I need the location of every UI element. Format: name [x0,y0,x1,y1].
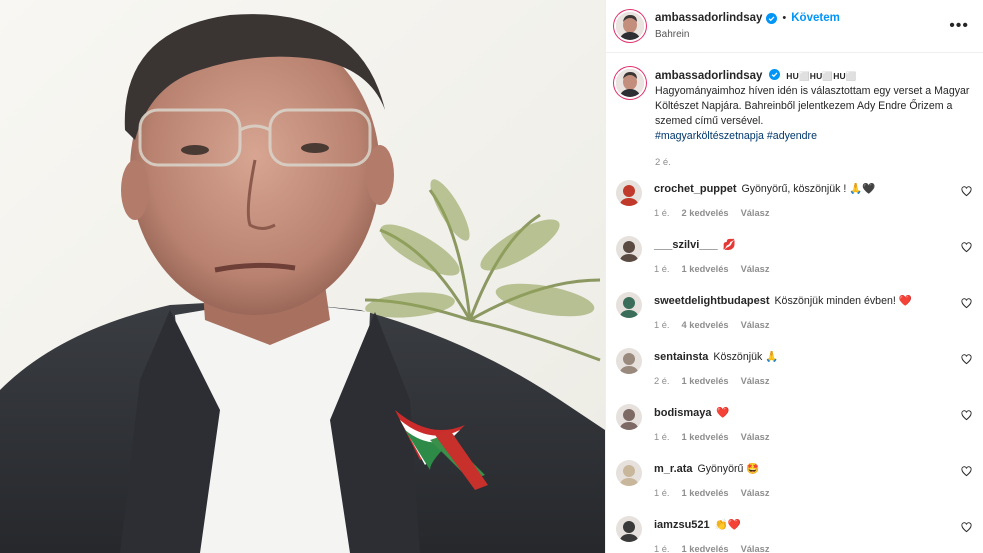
comment-timestamp[interactable]: 1 é. [654,488,670,498]
commenter-avatar-image [616,460,642,486]
comment-timestamp[interactable]: 1 é. [654,320,670,330]
caption-verified-badge-icon [769,69,781,80]
post-header: ambassadorlindsay • Követem Bahrein ••• [606,0,983,53]
like-comment-heart-icon[interactable] [961,186,972,197]
reply-button[interactable]: Válasz [741,208,770,218]
commenter-username[interactable]: crochet_puppet [654,183,737,195]
caption-flag-emojis: HU⬜HU⬜HU⬜ [786,71,857,81]
comment-item: crochet_puppet Gyönyörű, köszönjük ! 🙏🖤 … [606,172,983,228]
author-avatar-image [616,12,644,40]
comment-like-count[interactable]: 4 kedvelés [682,320,729,330]
commenter-username[interactable]: m_r.ata [654,463,693,475]
commenter-avatar-image [616,292,642,318]
hashtag-adyendre[interactable]: #adyendre [767,130,817,142]
commenter-avatar[interactable] [616,460,642,486]
commenter-username[interactable]: sentainsta [654,351,708,363]
caption-avatar-image [616,69,644,97]
commenter-username[interactable]: iamzsu521 [654,519,710,531]
video-frame-illustration [0,0,605,553]
like-comment-heart-icon[interactable] [961,354,972,365]
comment-timestamp[interactable]: 1 é. [654,208,670,218]
reply-button[interactable]: Válasz [741,432,770,442]
comment-like-count[interactable]: 1 kedvelés [682,488,729,498]
commenter-avatar-image [616,516,642,542]
comment-text: 👏❤️ [714,519,741,531]
comment-like-count[interactable]: 1 kedvelés [682,432,729,442]
caption-author-avatar[interactable] [616,69,644,97]
comment-item: sweetdelightbudapest Köszönjük minden év… [606,284,983,340]
comment-item: bodismaya ❤️ 1 é. 1 kedvelés Válasz [606,396,983,452]
like-comment-heart-icon[interactable] [961,242,972,253]
comment-item: iamzsu521 👏❤️ 1 é. 1 kedvelés Válasz [606,508,983,553]
like-comment-heart-icon[interactable] [961,298,972,309]
comment-like-count[interactable]: 1 kedvelés [682,376,729,386]
comment-text: Gyönyörű, köszönjük ! 🙏🖤 [741,183,876,195]
like-comment-heart-icon[interactable] [961,522,972,533]
comment-timestamp[interactable]: 1 é. [654,544,670,553]
commenter-avatar-image [616,348,642,374]
comment-like-count[interactable]: 1 kedvelés [682,264,729,274]
caption-timestamp[interactable]: 2 é. [655,157,971,168]
commenter-avatar-image [616,404,642,430]
reply-button[interactable]: Válasz [741,488,770,498]
comment-timestamp[interactable]: 1 é. [654,264,670,274]
comment-item: sentainsta Köszönjük 🙏 2 é. 1 kedvelés V… [606,340,983,396]
comment-text: Köszönjük 🙏 [713,351,779,363]
comment-text: Gyönyörű 🤩 [697,463,760,475]
comment-item: ___szilvi___ 💋 1 é. 1 kedvelés Válasz [606,228,983,284]
verified-badge-icon [766,12,778,24]
comment-list: crochet_puppet Gyönyörű, köszönjük ! 🙏🖤 … [606,172,983,553]
post-caption: ambassadorlindsay HU⬜HU⬜HU⬜ Hagyományaim… [606,53,983,168]
commenter-avatar[interactable] [616,180,642,206]
like-comment-heart-icon[interactable] [961,466,972,477]
follow-button[interactable]: Követem [791,12,840,24]
comment-like-count[interactable]: 1 kedvelés [682,544,729,553]
comment-text: ❤️ [716,407,730,419]
separator-dot: • [782,12,787,24]
commenter-avatar[interactable] [616,516,642,542]
comment-timestamp[interactable]: 1 é. [654,432,670,442]
more-options-icon[interactable]: ••• [949,18,969,34]
caption-text: Hagyományaimhoz híven idén is választott… [655,85,970,127]
reply-button[interactable]: Válasz [741,264,770,274]
comment-item: m_r.ata Gyönyörű 🤩 1 é. 1 kedvelés Válas… [606,452,983,508]
comment-timestamp[interactable]: 2 é. [654,376,670,386]
comment-like-count[interactable]: 2 kedvelés [682,208,729,218]
reply-button[interactable]: Válasz [741,376,770,386]
commenter-avatar[interactable] [616,348,642,374]
comment-text: 💋 [722,239,736,251]
post-video[interactable] [0,0,605,553]
post-location[interactable]: Bahrein [655,29,840,40]
commenter-avatar-image [616,180,642,206]
commenter-username[interactable]: sweetdelightbudapest [654,295,770,307]
commenter-username[interactable]: ___szilvi___ [654,239,718,251]
commenter-avatar[interactable] [616,236,642,262]
hashtag-magyarkolteszetnapja[interactable]: #magyarköltészetnapja [655,130,764,142]
reply-button[interactable]: Válasz [741,320,770,330]
post-side-panel: ambassadorlindsay • Követem Bahrein ••• [605,0,983,553]
caption-username[interactable]: ambassadorlindsay [655,70,762,82]
reply-button[interactable]: Válasz [741,544,770,553]
author-username[interactable]: ambassadorlindsay [655,12,762,24]
commenter-avatar-image [616,236,642,262]
comment-text: Köszönjük minden évben! ❤️ [774,295,912,307]
like-comment-heart-icon[interactable] [961,410,972,421]
author-avatar[interactable] [616,12,644,40]
commenter-avatar[interactable] [616,404,642,430]
commenter-avatar[interactable] [616,292,642,318]
commenter-username[interactable]: bodismaya [654,407,711,419]
